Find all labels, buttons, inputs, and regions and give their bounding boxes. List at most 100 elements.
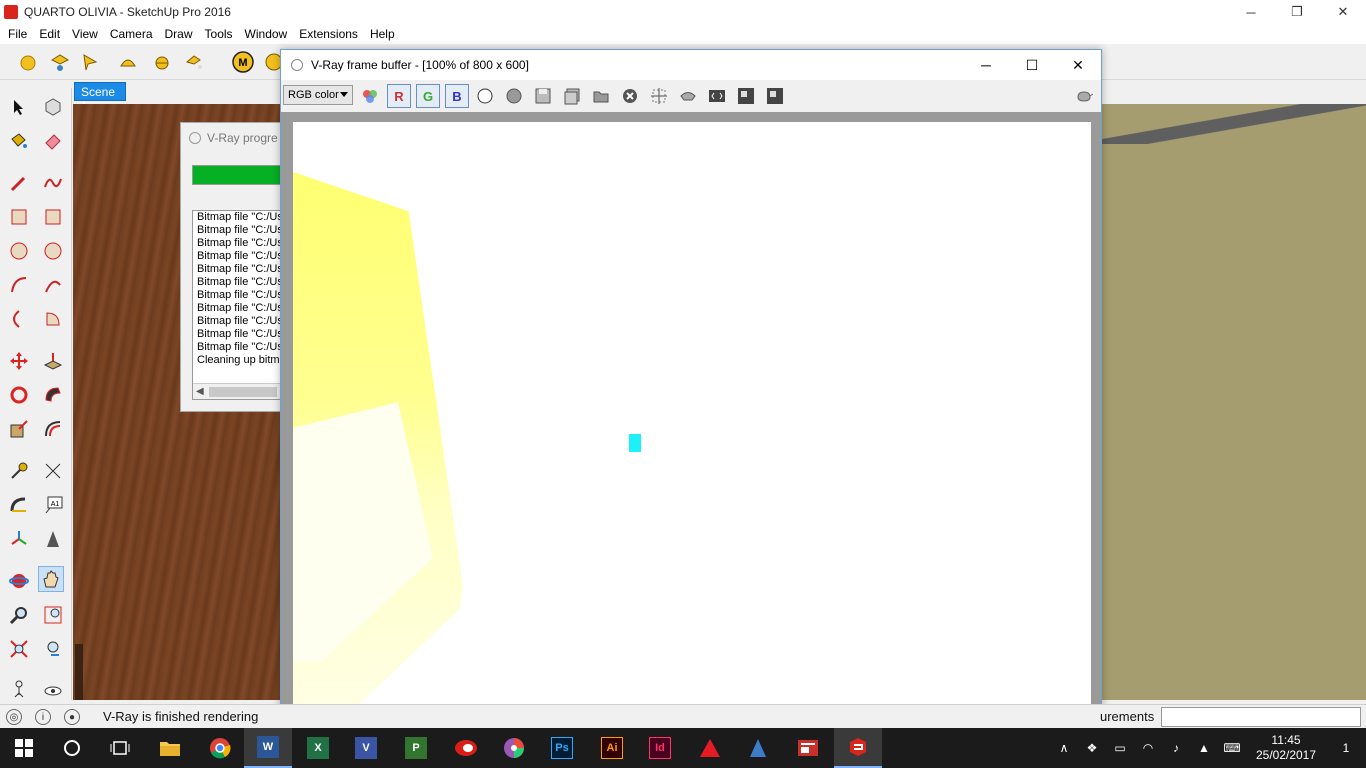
restore-button[interactable]: ❐ [1274,0,1320,24]
battery-icon[interactable]: ▭ [1106,728,1134,768]
taskbar-app-news[interactable] [784,728,832,768]
vray-settings-icon[interactable] [50,52,70,72]
taskbar-app-photoshop[interactable]: Ps [538,728,586,768]
menu-help[interactable]: Help [364,27,401,41]
horizontal-scrollbar[interactable]: ◀ [193,383,291,399]
menu-edit[interactable]: Edit [33,27,66,41]
freehand-tool[interactable] [40,170,66,196]
previous-view-tool[interactable] [40,636,66,662]
task-view-button[interactable] [96,728,144,768]
action-center-button[interactable]: 1 [1326,728,1366,768]
clear-image-icon[interactable] [621,87,639,105]
protractor-tool[interactable] [6,492,32,518]
taskbar-app-visio[interactable]: V [342,728,390,768]
save-icon[interactable] [534,87,552,105]
vfb-settings-icon[interactable] [766,87,784,105]
open-folder-icon[interactable] [592,87,610,105]
select-tool[interactable] [6,94,32,120]
taskbar-app-word[interactable]: W [244,728,292,768]
zoom-window-tool[interactable] [40,602,66,628]
render-icon[interactable] [679,87,697,105]
measurements-input[interactable] [1161,707,1361,727]
position-camera-tool[interactable] [6,676,32,702]
progress-log[interactable]: Bitmap file "C:/Us Bitmap file "C:/Us Bi… [192,210,292,400]
keyboard-icon[interactable]: ⌨ [1218,728,1246,768]
search-button[interactable] [48,728,96,768]
taskbar-app-revit[interactable] [734,728,782,768]
red-channel-button[interactable]: R [387,84,411,108]
save-all-icon[interactable] [563,87,581,105]
taskbar-app-sketchup[interactable] [834,728,882,768]
taskbar-app-picasa[interactable] [490,728,538,768]
vfb-minimize-button[interactable]: ─ [963,50,1009,80]
make-component-tool[interactable] [40,94,66,120]
region-render-icon[interactable] [708,87,726,105]
start-button[interactable] [0,728,48,768]
scale-tool[interactable] [6,416,32,442]
zoom-tool[interactable] [6,602,32,628]
vfb-history-icon[interactable] [737,87,755,105]
dome-light-icon[interactable] [118,52,138,72]
blue-channel-button[interactable]: B [445,84,469,108]
volume-icon[interactable]: ♪ [1162,728,1190,768]
geo-location-icon[interactable]: ◎ [6,709,22,725]
menu-window[interactable]: Window [239,27,294,41]
material-editor-icon[interactable]: M [232,51,254,73]
pan-tool[interactable] [38,566,64,592]
file-explorer-button[interactable] [146,728,194,768]
taskbar-app-autocad[interactable] [686,728,734,768]
chrome-button[interactable] [196,728,244,768]
channel-select[interactable]: RGB color [283,85,353,105]
pie-tool[interactable] [40,306,66,332]
track-mouse-icon[interactable] [650,87,668,105]
show-hidden-icons-button[interactable]: ∧ [1050,728,1078,768]
taskbar-app-excel[interactable]: X [294,728,342,768]
polygon-tool[interactable] [40,238,66,264]
dimension-tool[interactable] [40,458,66,484]
offset-tool[interactable] [40,416,66,442]
google-drive-icon[interactable]: ▲ [1190,728,1218,768]
teapot-icon[interactable] [1075,87,1093,105]
look-around-tool[interactable] [40,676,66,702]
scene-tab[interactable]: Scene 1 [74,82,126,113]
menu-extensions[interactable]: Extensions [293,27,364,41]
tape-measure-tool[interactable] [6,458,32,484]
mono-icon[interactable] [505,87,523,105]
paint-bucket-tool[interactable] [6,128,32,154]
orbit-tool[interactable] [6,568,32,594]
vfb-close-button[interactable]: ✕ [1055,50,1101,80]
menu-draw[interactable]: Draw [159,27,199,41]
arc-tool[interactable] [6,272,32,298]
circle-tool[interactable] [6,238,32,264]
menu-file[interactable]: File [2,27,33,41]
rotated-rectangle-tool[interactable] [40,204,66,230]
alpha-white-icon[interactable] [476,87,494,105]
sphere-render-icon[interactable] [18,52,38,72]
clock[interactable]: 11:45 25/02/2017 [1246,733,1326,763]
sphere-light-icon[interactable] [152,52,172,72]
info-icon[interactable]: i [35,709,51,725]
text-tool[interactable]: A1 [40,492,66,518]
follow-me-tool[interactable] [40,382,66,408]
user-icon[interactable]: ● [64,709,80,725]
menu-view[interactable]: View [66,27,104,41]
3d-text-tool[interactable] [40,526,66,552]
menu-camera[interactable]: Camera [104,27,159,41]
two-point-arc-tool[interactable] [40,272,66,298]
push-pull-tool[interactable] [40,348,66,374]
vfb-maximize-button[interactable]: ☐ [1009,50,1055,80]
rotate-tool[interactable] [6,382,32,408]
green-channel-button[interactable]: G [416,84,440,108]
color-corrections-icon[interactable] [361,87,379,105]
menu-tools[interactable]: Tools [199,27,239,41]
taskbar-app-illustrator[interactable]: Ai [588,728,636,768]
three-point-arc-tool[interactable] [6,306,32,332]
rectangle-tool[interactable] [6,204,32,230]
close-button[interactable]: ✕ [1320,0,1366,24]
interactive-render-icon[interactable] [80,52,100,72]
eraser-tool[interactable] [40,128,66,154]
axes-tool[interactable] [6,526,32,552]
taskbar-app-indesign[interactable]: Id [636,728,684,768]
scroll-left-icon[interactable]: ◀ [196,385,204,398]
wifi-icon[interactable]: ◠ [1134,728,1162,768]
